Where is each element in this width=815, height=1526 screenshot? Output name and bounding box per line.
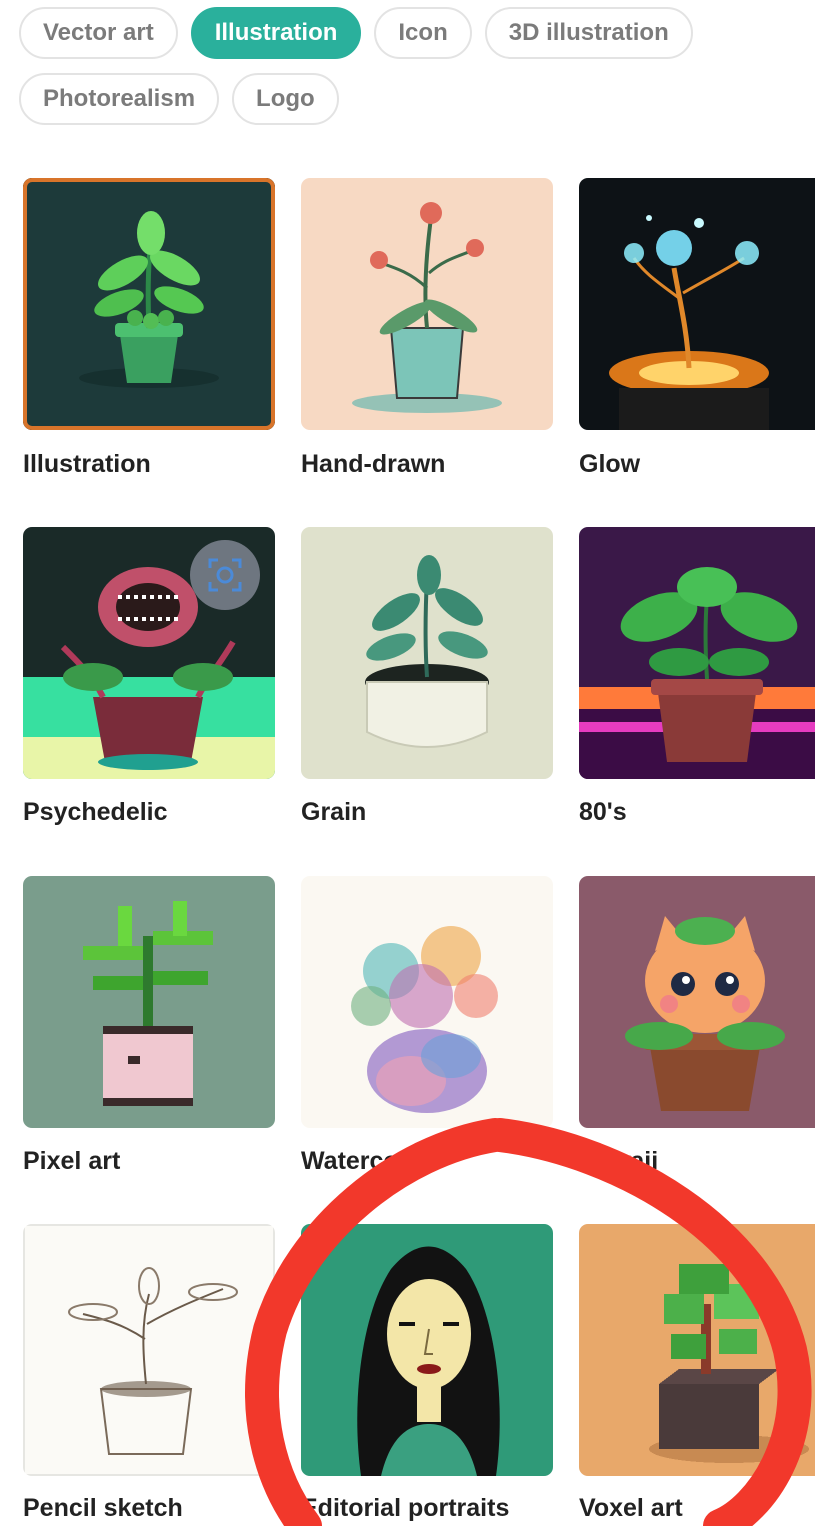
- chip-vector-art[interactable]: Vector art: [19, 7, 178, 59]
- style-label: Glow: [579, 450, 641, 478]
- hand-drawn-plant-image: [301, 178, 553, 430]
- pencil-sketch-plant-image: [23, 1224, 275, 1476]
- style-label: Pixel art: [23, 1147, 121, 1175]
- style-tile-illustration[interactable]: [23, 178, 275, 430]
- editorial-portrait-image: [301, 1224, 553, 1476]
- style-label: Psychedelic: [23, 798, 168, 826]
- chip-logo[interactable]: Logo: [232, 73, 339, 125]
- visual-search-icon[interactable]: [190, 540, 260, 610]
- grain-plant-image: [301, 527, 553, 779]
- chip-3d-illustration[interactable]: 3D illustration: [484, 7, 693, 59]
- watercolor-plant-image: [301, 876, 553, 1128]
- style-label: Pencil sketch: [23, 1494, 183, 1522]
- style-tile-watercolor[interactable]: [301, 876, 553, 1128]
- 80s-plant-image: [579, 527, 815, 779]
- style-label: Watercolor: [301, 1147, 431, 1175]
- style-label: Grain: [301, 798, 367, 826]
- chip-icon[interactable]: Icon: [374, 7, 472, 59]
- style-label: Kawaii: [579, 1147, 659, 1175]
- chip-photorealism[interactable]: Photorealism: [19, 73, 220, 125]
- pixel-art-plant-image: [23, 876, 275, 1128]
- kawaii-plant-image: [579, 876, 815, 1128]
- voxel-art-plant-image: [579, 1224, 815, 1476]
- style-tile-pencil-sketch[interactable]: [23, 1224, 275, 1476]
- chip-row-1: Vector art Illustration Icon 3D illustra…: [19, 7, 809, 59]
- illustration-plant-image: [23, 178, 275, 430]
- style-tile-pixel-art[interactable]: [23, 876, 275, 1128]
- style-label: Editorial portraits: [301, 1494, 510, 1522]
- style-tile-kawaii[interactable]: [579, 876, 815, 1128]
- style-tile-voxel-art[interactable]: [579, 1224, 815, 1476]
- style-label: 80's: [579, 798, 627, 826]
- style-label: Illustration: [23, 450, 151, 478]
- style-tile-grain[interactable]: [301, 527, 553, 779]
- glow-plant-image: [579, 178, 815, 430]
- style-tile-hand-drawn[interactable]: [301, 178, 553, 430]
- style-label: Hand-drawn: [301, 450, 446, 478]
- style-tile-glow[interactable]: [579, 178, 815, 430]
- chip-row-2: Photorealism Logo: [19, 73, 809, 125]
- chip-illustration[interactable]: Illustration: [190, 7, 362, 59]
- style-tile-editorial-portraits[interactable]: [301, 1224, 553, 1476]
- style-tile-80s[interactable]: [579, 527, 815, 779]
- style-label: Voxel art: [579, 1494, 683, 1522]
- style-filter-chips: Vector art Illustration Icon 3D illustra…: [19, 7, 809, 139]
